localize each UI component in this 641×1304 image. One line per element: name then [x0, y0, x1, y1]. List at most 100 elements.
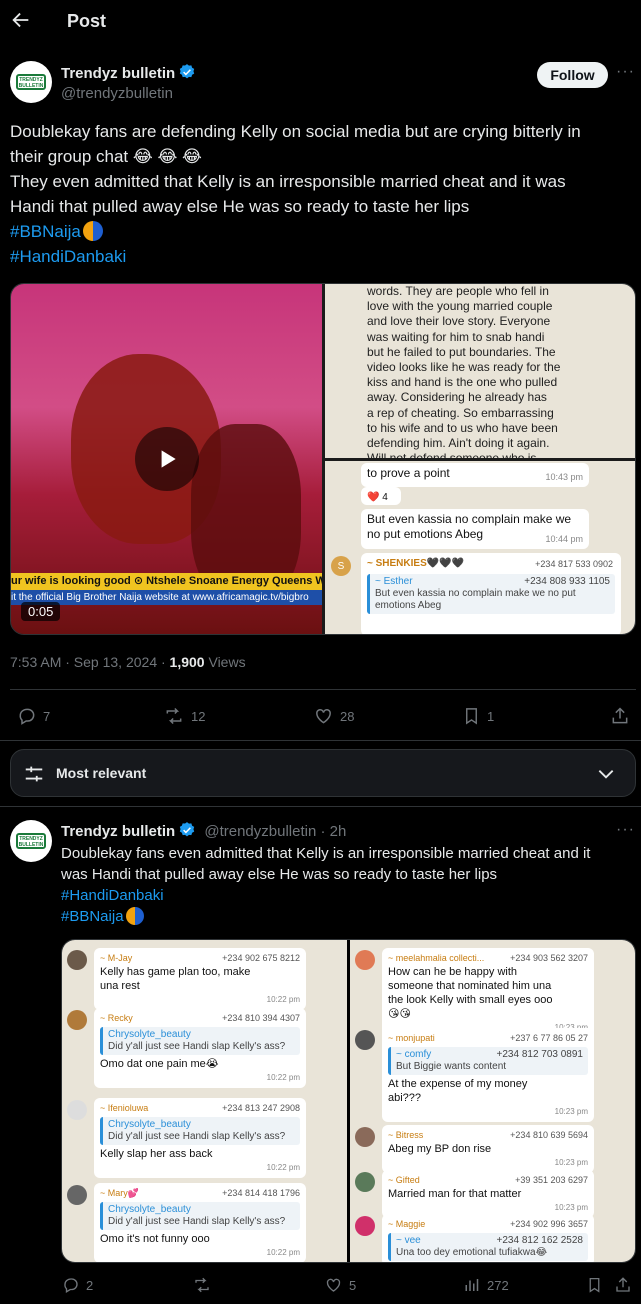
reply-line: was Handi that pulled away else He was s… — [61, 866, 498, 883]
avatar[interactable]: TRENDYZ BULLETIN — [10, 61, 52, 103]
quote-name: Chrysolyte_beauty — [108, 1119, 191, 1130]
verified-badge-icon — [179, 822, 195, 837]
more-options-icon[interactable]: ··· — [616, 821, 635, 839]
quoted-message: ~ Esther +234 808 933 1105 But even kassi… — [367, 574, 615, 614]
reply-meta[interactable]: @trendyzbulletin · 2h — [204, 823, 346, 840]
post-line: They even admitted that Kelly is an irre… — [10, 172, 566, 191]
post-line: Doublekay fans are defending Kelly on so… — [10, 122, 581, 141]
chat-image-bottom[interactable]: to prove a point 10:43 pm ❤️ 4 But even k… — [325, 461, 635, 634]
reaction-badge: ❤️ 4 — [361, 487, 401, 505]
sender-avatar — [355, 1030, 375, 1050]
post-timestamp: 7:53 AM · Sep 13, 2024 · 1,900 Views — [10, 654, 246, 670]
like-button[interactable]: 5 — [324, 1276, 356, 1294]
quote-text: Una too dey emotional tufiakwa😂 — [396, 1247, 548, 1258]
action-bar: 7 12 28 1 — [0, 702, 641, 732]
sender-name: ~ Bitress — [388, 1130, 424, 1140]
chat-time: 10:23 pm — [554, 1158, 588, 1167]
bookmark-button[interactable]: 1 — [462, 706, 494, 726]
chat-text-line: love with the young married couple — [367, 299, 553, 314]
reply-sort-dropdown[interactable]: Most relevant — [10, 749, 636, 797]
timestamp[interactable]: 7:53 AM · Sep 13, 2024 · — [10, 654, 170, 670]
repost-button[interactable]: 12 — [163, 706, 205, 726]
chat-image-top[interactable]: words. They are people who fell in love w… — [325, 284, 635, 458]
repost-button[interactable] — [192, 1276, 218, 1294]
reply-line: Doublekay fans even admitted that Kelly … — [61, 845, 591, 862]
share-button[interactable] — [614, 1276, 638, 1294]
share-button[interactable] — [610, 706, 636, 726]
chat-bubble: to prove a point 10:43 pm — [361, 463, 589, 487]
chat-text-line: a rep of cheating. So embarrassing — [367, 405, 554, 420]
quote-name: Chrysolyte_beauty — [108, 1029, 191, 1040]
chat-image-left[interactable]: ~ M-Jay +234 902 675 8212 Kelly has game p… — [62, 940, 347, 1262]
sender-avatar — [67, 1100, 87, 1120]
chat-image-right[interactable]: ~ meelahmalia collecti... +234 903 562 32… — [350, 940, 635, 1262]
bbnaija-emoji-icon — [125, 907, 144, 925]
sender-avatar — [67, 1185, 87, 1205]
follow-button[interactable]: Follow — [537, 62, 608, 88]
bbnaija-emoji-icon — [82, 221, 103, 241]
back-arrow-icon[interactable] — [10, 9, 32, 31]
reply-count: 7 — [43, 708, 51, 724]
reply-icon — [19, 708, 35, 725]
top-bar: Post — [0, 0, 641, 44]
bookmark-button[interactable] — [586, 1276, 609, 1294]
hashtag-handidanbaki[interactable]: #HandiDanbaki — [10, 244, 630, 269]
post-text: Doublekay fans are defending Kelly on so… — [10, 119, 630, 269]
sender-name: ~ Mary💕 — [100, 1188, 139, 1198]
like-button[interactable]: 28 — [313, 706, 354, 726]
chat-bubble: ~ Gifted +39 351 203 6297 Married man for … — [382, 1170, 594, 1218]
divider — [0, 740, 641, 741]
play-icon[interactable] — [135, 427, 199, 491]
author-handle[interactable]: @trendyzbulletin — [61, 85, 173, 102]
chat-message: But even kassia no complain make we no p… — [367, 512, 572, 541]
chat-text-line: kiss and hand is the one who pulled — [367, 375, 558, 390]
chat-bubble: ~ monjupati +237 6 77 86 05 27 ~ comfy +234… — [382, 1028, 594, 1122]
sender-name: ~ M-Jay — [100, 953, 133, 963]
sender-name: ~ Ifenioluwa — [100, 1103, 149, 1113]
chat-message: Married man for that matter — [388, 1188, 522, 1200]
quote-phone: +234 812 162 2528 — [496, 1235, 583, 1246]
hashtag-bbnaija[interactable]: #BBNaija — [10, 219, 630, 244]
sender-phone: +234 813 247 2908 — [222, 1103, 300, 1113]
more-options-icon[interactable]: ··· — [616, 63, 635, 81]
hashtag-handidanbaki[interactable]: #HandiDanbaki — [61, 885, 631, 906]
chat-text-block: words. They are people who fell in love w… — [367, 284, 597, 458]
reply-avatar[interactable]: TRENDYZ BULLETIN — [10, 820, 52, 862]
reply-button[interactable]: 2 — [62, 1276, 93, 1294]
share-icon — [616, 1277, 630, 1292]
chat-message: At the expense of my money abi??? — [388, 1078, 528, 1104]
chat-bubble: ~ Ifenioluwa +234 813 247 2908 Chrysolyte_… — [94, 1098, 306, 1178]
views-button[interactable]: 272 — [462, 1276, 509, 1294]
chat-bubble: ~ Maggie +234 902 996 3657 ~ vee +234 812 1… — [382, 1214, 594, 1262]
author-row: Trendyz bulletin — [61, 63, 196, 83]
sliders-icon — [25, 766, 43, 782]
chat-time: 10:44 pm — [545, 534, 583, 544]
author-name[interactable]: Trendyz bulletin — [61, 65, 175, 82]
sender-name: ~ Recky — [100, 1013, 133, 1023]
quoted-message: Chrysolyte_beauty Did y'all just see Hand… — [100, 1117, 300, 1145]
sender-avatar: S — [331, 556, 351, 576]
sender-name: ~ monjupati — [388, 1033, 435, 1043]
reply-count: 2 — [86, 1277, 94, 1293]
chat-text-line: was waiting for him to snab handi — [367, 329, 545, 344]
sender-phone: +234 903 562 3207 — [510, 953, 588, 963]
video-duration: 0:05 — [21, 602, 61, 621]
chat-time: 10:22 pm — [266, 1073, 300, 1082]
quote-name: Chrysolyte_beauty — [108, 1204, 191, 1215]
bookmark-icon — [589, 1277, 600, 1293]
video-player[interactable]: ur wife is looking good ⊙ Ntshele Snoane… — [11, 284, 322, 634]
reply-icon — [64, 1278, 78, 1293]
hashtag-bbnaija[interactable]: #BBNaija — [61, 906, 631, 927]
sender-phone: +39 351 203 6297 — [515, 1175, 588, 1185]
quote-name: ~ Esther — [375, 576, 413, 587]
reply-author-name[interactable]: Trendyz bulletin — [61, 823, 175, 840]
reply-action-bar: 2 5 272 — [0, 1274, 641, 1304]
views-count: 1,900 — [169, 654, 205, 670]
video-ticker-top: ur wife is looking good ⊙ Ntshele Snoane… — [11, 573, 322, 590]
sender-phone: +234 902 996 3657 — [510, 1219, 588, 1229]
chat-time: 10:22 pm — [266, 995, 300, 1004]
reply-button[interactable]: 7 — [17, 706, 50, 726]
chat-bubble: ~ Mary💕 +234 814 418 1796 Chrysolyte_beaut… — [94, 1183, 306, 1262]
quote-text: Did y'all just see Handi slap Kelly's as… — [108, 1041, 286, 1052]
chat-time: 10:23 pm — [554, 1203, 588, 1212]
